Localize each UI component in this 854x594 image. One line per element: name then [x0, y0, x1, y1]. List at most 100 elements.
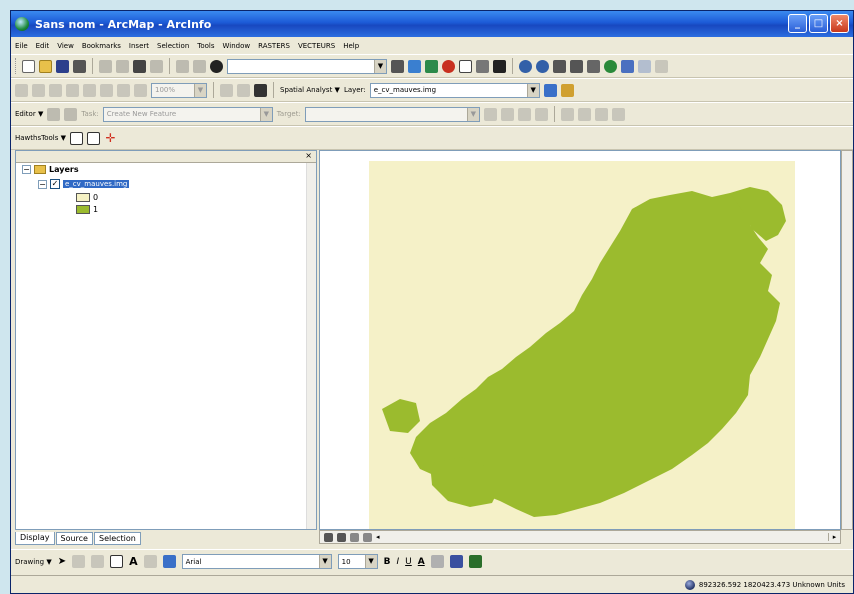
chevron-down-icon[interactable]: ▼ — [526, 83, 539, 97]
rectangle-icon[interactable] — [110, 555, 124, 568]
layers-node[interactable]: − Layers — [22, 165, 79, 174]
editor-menu[interactable]: Editor ▼ — [15, 110, 43, 118]
menu-edit[interactable]: Edit — [36, 42, 50, 50]
hawths-tools-menu[interactable]: HawthsTools ▼ — [15, 134, 66, 142]
undo-icon[interactable] — [176, 59, 189, 73]
rotate-icon[interactable] — [72, 555, 86, 568]
collapse-icon[interactable]: − — [38, 179, 47, 189]
scroll-right-arrow[interactable]: ▸ — [828, 533, 840, 541]
arccatalog-icon[interactable] — [442, 59, 455, 73]
focus-data-frame-icon[interactable] — [220, 83, 233, 97]
zoom-whole-page-icon[interactable] — [66, 83, 79, 97]
task-combo[interactable]: Create New Feature ▼ — [102, 106, 273, 122]
data-view-icon[interactable] — [324, 532, 333, 542]
attributes-icon[interactable] — [517, 107, 531, 121]
raster-calculator-icon[interactable] — [254, 83, 267, 97]
menu-window[interactable]: Window — [223, 42, 251, 50]
rotate-tool-icon[interactable] — [500, 107, 514, 121]
layer-combo[interactable]: e_cv_mauves.img ▼ — [369, 82, 540, 98]
chevron-down-icon[interactable]: ▼ — [259, 107, 272, 121]
close-button[interactable]: × — [830, 14, 849, 33]
topology-icon[interactable] — [560, 107, 574, 121]
legend-item[interactable]: 1 — [76, 205, 98, 214]
command-line-icon[interactable] — [459, 59, 472, 73]
refresh-icon[interactable] — [350, 532, 359, 542]
zoom-selection-icon[interactable] — [86, 131, 100, 145]
maximize-button[interactable]: □ — [809, 14, 828, 33]
chevron-down-icon[interactable]: ▼ — [374, 59, 386, 73]
layout-pan-icon[interactable] — [49, 83, 62, 97]
chevron-down-icon[interactable]: ▼ — [194, 83, 206, 97]
full-extent-icon[interactable] — [604, 59, 617, 73]
tab-source[interactable]: Source — [55, 532, 93, 545]
text-tool-icon[interactable]: A — [129, 555, 138, 568]
new-document-icon[interactable] — [22, 59, 35, 73]
print-icon[interactable] — [73, 59, 86, 73]
back-extent-icon[interactable] — [621, 59, 634, 73]
target-combo[interactable]: ▼ — [304, 106, 480, 122]
chevron-down-icon[interactable]: ▼ — [364, 555, 377, 568]
font-size-combo[interactable]: 10 ▼ — [337, 554, 378, 569]
map-horizontal-scrollbar[interactable]: ◂ ▸ — [319, 530, 841, 544]
sketch-tool-icon[interactable] — [64, 107, 78, 121]
menu-help[interactable]: Help — [343, 42, 359, 50]
layer-node[interactable]: − ✓ e_cv_mauves.img — [38, 179, 130, 189]
minimize-button[interactable]: _ — [788, 14, 807, 33]
redo-icon[interactable] — [193, 59, 206, 73]
arctoolbox-icon[interactable] — [425, 59, 438, 73]
toc-scrollbar[interactable] — [306, 163, 316, 529]
font-name-combo[interactable]: Arial ▼ — [181, 554, 332, 569]
copy-icon[interactable] — [116, 59, 129, 73]
spatial-analyst-menu[interactable]: Spatial Analyst ▼ — [280, 86, 340, 94]
marker-color-icon[interactable] — [468, 555, 482, 568]
chevron-down-icon[interactable]: ▼ — [466, 107, 479, 121]
distribute-icon[interactable] — [594, 107, 608, 121]
layout-zoom-in-icon[interactable] — [15, 83, 28, 97]
zoom-out-icon[interactable] — [536, 59, 549, 73]
underline-button[interactable]: U — [405, 557, 412, 567]
tab-display[interactable]: Display — [15, 532, 55, 545]
sketch-properties-icon[interactable] — [534, 107, 548, 121]
add-data-icon[interactable] — [210, 59, 223, 73]
pan-icon[interactable] — [587, 59, 600, 73]
zoom-100-icon[interactable] — [83, 83, 96, 97]
menu-insert[interactable]: Insert — [129, 42, 149, 50]
menu-selection[interactable]: Selection — [157, 42, 189, 50]
edit-tool-icon[interactable] — [47, 107, 61, 121]
select-elements-icon[interactable]: ➤ — [58, 556, 66, 567]
menu-rasters[interactable]: RASTERS — [258, 42, 290, 50]
save-icon[interactable] — [56, 59, 69, 73]
toolbar-grip[interactable] — [15, 58, 18, 74]
legend-item[interactable]: 0 — [76, 193, 98, 202]
drawing-menu[interactable]: Drawing ▼ — [15, 558, 52, 566]
layout-zoom-out-icon[interactable] — [32, 83, 45, 97]
snap-icon[interactable] — [611, 107, 625, 121]
chevron-down-icon[interactable]: ▼ — [318, 555, 331, 568]
menu-vecteurs[interactable]: VECTEURS — [298, 42, 335, 50]
edit-vertices-icon[interactable] — [143, 555, 157, 568]
map-vertical-scrollbar[interactable] — [841, 150, 853, 530]
menu-view[interactable]: View — [57, 42, 74, 50]
paste-icon[interactable] — [133, 59, 146, 73]
histogram-icon[interactable] — [543, 83, 557, 97]
menu-file[interactable]: Eile — [15, 42, 28, 50]
layout-back-icon[interactable] — [100, 83, 113, 97]
editor-toolbar-icon[interactable] — [391, 59, 404, 73]
map-scale-combo[interactable]: ▼ — [227, 58, 387, 74]
menu-bookmarks[interactable]: Bookmarks — [82, 42, 121, 50]
italic-button[interactable]: I — [397, 557, 400, 567]
align-icon[interactable] — [577, 107, 591, 121]
toggle-draft-icon[interactable] — [134, 83, 147, 97]
model-builder-icon[interactable] — [476, 59, 489, 73]
graph-icon[interactable] — [408, 59, 421, 73]
forward-extent-icon[interactable] — [638, 59, 651, 73]
cut-icon[interactable] — [99, 59, 112, 73]
change-layout-icon[interactable] — [237, 83, 250, 97]
crosshair-icon[interactable]: ✛ — [104, 132, 117, 145]
scroll-left-arrow[interactable]: ◂ — [376, 533, 380, 541]
split-tool-icon[interactable] — [483, 107, 497, 121]
layout-view-icon[interactable] — [337, 532, 346, 542]
fixed-zoom-out-icon[interactable] — [570, 59, 583, 73]
layout-forward-icon[interactable] — [117, 83, 130, 97]
bold-button[interactable]: B — [384, 557, 391, 567]
